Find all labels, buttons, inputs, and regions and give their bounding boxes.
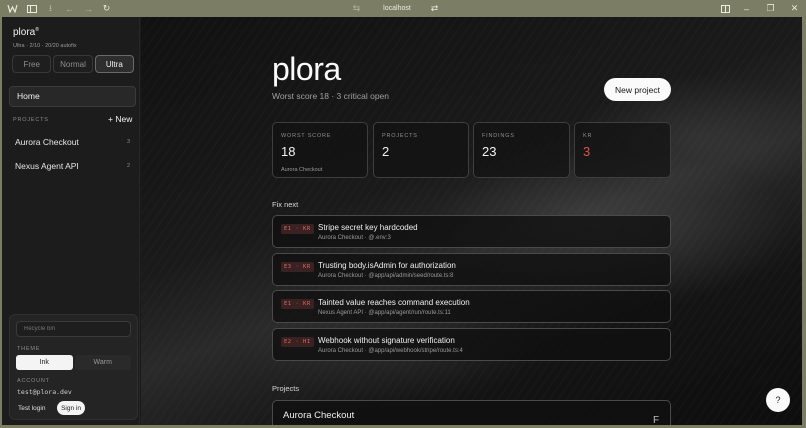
reload-icon[interactable]: ↻ [100, 2, 113, 15]
stat-note: Aurora Checkout [281, 167, 323, 173]
fix-item-location: Nexus Agent API · @app/api/agent/run/rou… [318, 310, 451, 316]
back-icon[interactable]: ← [63, 2, 76, 15]
severity-badge: E3 · KR [281, 262, 314, 272]
project-count: 2 [126, 163, 130, 169]
stat-value: 2 [382, 144, 390, 159]
severity-badge: E1 · KR [281, 224, 314, 234]
project-grade: F [653, 415, 660, 425]
stat-card-kr[interactable]: KR 3 [574, 122, 671, 178]
fix-item-title: Tainted value reaches command execution [318, 298, 470, 307]
stat-label: PROJECTS [382, 133, 418, 139]
project-name: Nexus Agent API [15, 161, 79, 171]
fix-item-title: Stripe secret key hardcoded [318, 223, 418, 232]
sidebar-settings-panel: THEME Ink Warm ACCOUNT test@plora.dev Te… [9, 314, 138, 420]
sidebar-item-project[interactable]: Aurora Checkout 3 [9, 133, 136, 151]
account-email: test@plora.dev [17, 388, 72, 396]
close-icon[interactable]: ✕ [788, 2, 801, 15]
help-button[interactable]: ? [766, 388, 790, 412]
projects-heading: Projects [272, 384, 300, 393]
tier-selector: Free Normal Ultra [12, 55, 134, 73]
sidebar: plora® Ultra · 2/10 · 20/20 autofix Free… [2, 17, 140, 425]
project-name: Aurora Checkout [15, 137, 79, 147]
fix-item[interactable]: E1 · KR Stripe secret key hardcoded Auro… [272, 215, 671, 248]
maximize-icon[interactable]: ❐ [764, 2, 777, 15]
brand-logo[interactable]: plora® [13, 27, 39, 38]
sign-in-button[interactable]: Sign in [57, 401, 85, 415]
severity-badge: E2 · HI [281, 337, 314, 347]
project-card[interactable]: Aurora Checkout F [272, 400, 671, 425]
sidebar-item-project[interactable]: Nexus Agent API 2 [9, 157, 136, 175]
projects-heading: PROJECTS [13, 117, 49, 123]
fix-item-title: Webhook without signature verification [318, 336, 455, 345]
download-icon[interactable]: ⭳ [44, 2, 57, 15]
stat-label: FINDINGS [482, 133, 515, 139]
browser-titlebar: ⭳ ← → ↻ ⇆ localhost ⇄ – ❐ ✕ [0, 0, 806, 17]
fix-item[interactable]: E2 · HI Webhook without signature verifi… [272, 328, 671, 361]
plan-usage-text: Ultra · 2/10 · 20/20 autofix [13, 43, 77, 49]
stat-value: 3 [583, 144, 591, 159]
forward-icon[interactable]: → [82, 2, 95, 15]
fix-item-location: Aurora Checkout · @.env:3 [318, 235, 391, 241]
site-settings-icon[interactable]: ⇆ [350, 2, 363, 15]
page-subtitle: Worst score 18 · 3 critical open [272, 91, 389, 101]
fix-item[interactable]: E1 · KR Tainted value reaches command ex… [272, 290, 671, 323]
stat-label: WORST SCORE [281, 133, 332, 139]
tier-ultra-button[interactable]: Ultra [94, 55, 134, 73]
fix-item-title: Trusting body.isAdmin for authorization [318, 261, 456, 270]
tier-normal-button[interactable]: Normal [53, 55, 93, 73]
stat-card-findings[interactable]: FINDINGS 23 [473, 122, 570, 178]
theme-selector: Ink Warm [16, 355, 131, 370]
stat-label: KR [583, 133, 593, 139]
stat-card-worst-score[interactable]: WORST SCORE 18 Aurora Checkout [272, 122, 368, 178]
tier-free-button[interactable]: Free [12, 55, 52, 73]
theme-label: THEME [17, 346, 41, 352]
new-project-link[interactable]: + New [108, 114, 132, 124]
fix-item[interactable]: E3 · KR Trusting body.isAdmin for author… [272, 253, 671, 286]
theme-warm-button[interactable]: Warm [74, 355, 131, 370]
project-card-title: Aurora Checkout [283, 410, 355, 421]
recycle-bin-input[interactable] [16, 321, 131, 337]
theme-ink-button[interactable]: Ink [16, 355, 73, 370]
fix-next-heading: Fix next [272, 200, 299, 209]
severity-badge: E1 · KR [281, 299, 314, 309]
main-content: plora Worst score 18 · 3 critical open N… [141, 17, 802, 425]
test-login-button[interactable]: Test login [18, 402, 45, 415]
window-frame-right [802, 17, 806, 428]
stat-value: 23 [482, 144, 497, 159]
stat-card-projects[interactable]: PROJECTS 2 [373, 122, 469, 178]
page-title: plora [272, 51, 341, 87]
stat-value: 18 [281, 144, 296, 159]
new-project-button[interactable]: New project [604, 78, 671, 101]
sidebar-toggle-icon[interactable] [25, 2, 38, 15]
minimize-icon[interactable]: – [740, 2, 753, 15]
fix-item-location: Aurora Checkout · @app/api/admin/seed/ro… [318, 273, 454, 279]
app-logo-icon[interactable] [6, 2, 19, 15]
share-icon[interactable]: ⇄ [428, 2, 441, 15]
reader-icon[interactable] [719, 2, 732, 15]
fix-item-location: Aurora Checkout · @app/api/webhook/strip… [318, 348, 463, 354]
project-count: 3 [126, 139, 130, 145]
sidebar-item-home[interactable]: Home [9, 86, 136, 107]
account-label: ACCOUNT [17, 378, 50, 384]
address-bar[interactable]: localhost [375, 3, 419, 14]
